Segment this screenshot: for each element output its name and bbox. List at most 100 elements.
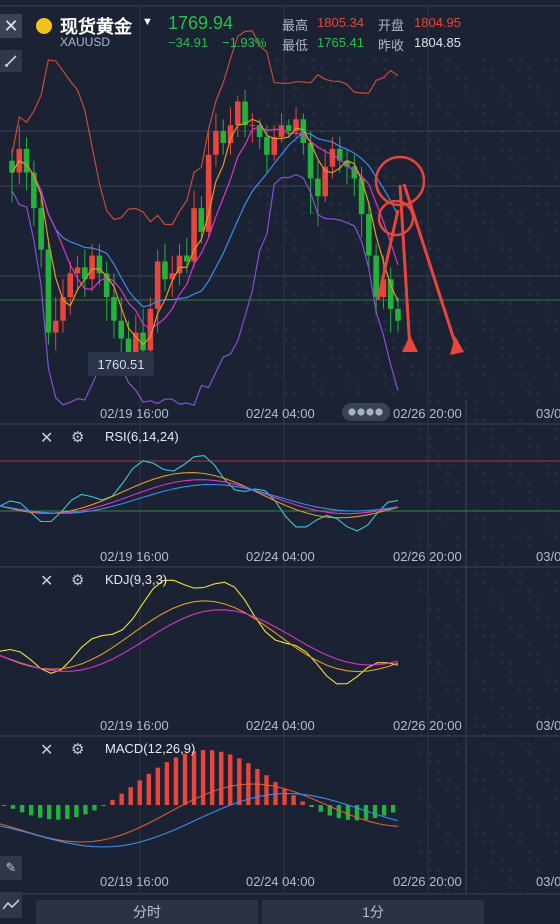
indicator-icon	[3, 899, 19, 910]
macd-bar	[173, 757, 179, 805]
time-tick-label: 02/19 16:00	[100, 718, 169, 733]
macd-bar	[47, 805, 52, 820]
macd-bar	[381, 805, 387, 816]
macd-bar	[155, 767, 161, 805]
macd-bar	[264, 775, 269, 805]
candle-body	[366, 214, 372, 256]
scroll-dot	[348, 408, 356, 416]
candle-body	[89, 255, 95, 280]
indicator-button[interactable]	[0, 892, 22, 918]
macd-bar	[28, 805, 34, 816]
macd-panel	[0, 750, 399, 848]
kdj-settings-icon[interactable]: ⚙	[71, 571, 84, 589]
macd-bar	[83, 805, 88, 815]
candle-body	[358, 178, 365, 215]
macd-bar	[128, 787, 133, 805]
rsi-line	[0, 483, 399, 514]
macd-close-icon[interactable]: ✕	[40, 740, 53, 760]
candle-body	[162, 261, 168, 280]
macd-bar	[164, 762, 170, 805]
macd-bar	[200, 750, 206, 805]
time-tick-label: 02/24 04:00	[246, 406, 315, 421]
candle-body	[183, 255, 190, 262]
candle-body	[118, 320, 125, 339]
candle-body	[52, 320, 59, 333]
draw-tool-button[interactable]	[0, 50, 22, 72]
macd-bar	[237, 758, 242, 805]
annotation-arrowhead	[402, 335, 418, 352]
time-tick-label: 02/26 20:00	[393, 549, 462, 564]
annotation-arrow	[398, 184, 412, 351]
macd-bar	[119, 793, 124, 805]
time-axis-layer: 02/19 16:00 02/24 04:00 02/26 20:00 03/0 02/…	[100, 403, 560, 889]
macd-bar	[92, 805, 97, 811]
candle-body	[285, 125, 292, 132]
candle-body	[373, 255, 379, 298]
macd-bar	[182, 753, 188, 805]
macd-label: MACD(12,26,9)	[105, 741, 196, 756]
macd-bar	[110, 799, 115, 805]
low-value: 1765.41	[317, 35, 364, 50]
rsi-settings-icon[interactable]: ⚙	[71, 428, 84, 446]
macd-line	[0, 792, 399, 848]
macd-bar	[336, 805, 342, 819]
rsi-label: RSI(6,14,24)	[105, 429, 179, 444]
tab-timeshare[interactable]: 分时	[36, 900, 258, 924]
macd-bar	[219, 751, 224, 805]
kdj-close-icon[interactable]: ✕	[40, 571, 53, 591]
open-label: 开盘	[378, 18, 405, 33]
time-tick-label: 03/0	[536, 718, 560, 733]
annotation-layer	[374, 155, 464, 355]
macd-bar	[390, 805, 396, 813]
time-tick-label: 02/19 16:00	[100, 406, 169, 421]
candle-body	[74, 267, 81, 274]
pencil-icon: ✎	[5, 860, 17, 875]
candle-body	[242, 101, 248, 126]
candle-body	[45, 249, 52, 333]
chevron-down-icon[interactable]: ▼	[142, 16, 153, 28]
macd-bar	[74, 805, 79, 818]
scroll-dot	[357, 408, 365, 416]
time-tick-label: 02/24 04:00	[246, 718, 315, 733]
macd-bar	[228, 754, 233, 805]
high-label: 最高	[282, 18, 309, 33]
candle-body	[198, 208, 205, 232]
close-button[interactable]: ✕	[0, 14, 22, 38]
candle-body	[293, 119, 299, 132]
time-tick-label: 03/0	[536, 406, 560, 421]
candle-body	[213, 131, 219, 155]
candle-body	[31, 172, 37, 209]
time-tick-label: 02/26 20:00	[393, 406, 462, 421]
macd-settings-icon[interactable]: ⚙	[71, 740, 84, 758]
macd-bar	[65, 805, 70, 819]
candle-body	[395, 308, 401, 321]
macd-bar	[19, 805, 25, 813]
macd-bar	[1, 805, 7, 806]
time-tick-label: 02/26 20:00	[393, 718, 462, 733]
prev-close-value: 1804.85	[414, 35, 461, 50]
time-tick-label: 02/26 20:00	[393, 874, 462, 889]
macd-bar	[345, 805, 351, 820]
macd-bar	[309, 805, 314, 808]
kdj-line	[0, 600, 399, 673]
kdj-panel	[0, 579, 399, 685]
tab-one-minute[interactable]: 1分	[262, 900, 484, 924]
scroll-dot	[375, 408, 383, 416]
candle-body	[264, 137, 270, 155]
close-icon: ✕	[3, 16, 19, 36]
macd-bar	[318, 805, 323, 812]
candle-body	[315, 178, 321, 197]
macd-bar	[300, 801, 305, 805]
pencil-button[interactable]: ✎	[0, 856, 22, 880]
chart-canvas: 02/19 16:00 02/24 04:00 02/26 20:00 03/0 02/…	[0, 5, 560, 895]
macd-bar	[137, 780, 142, 805]
last-price: 1769.94	[168, 13, 234, 33]
kdj-line	[0, 609, 399, 672]
candle-body	[249, 125, 256, 127]
open-value: 1804.95	[414, 15, 461, 30]
macd-bar	[372, 805, 378, 819]
time-tick-label: 02/24 04:00	[246, 549, 315, 564]
rsi-close-icon[interactable]: ✕	[40, 428, 53, 448]
prev-close-label: 昨收	[378, 38, 405, 53]
low-price-tag: 1760.51	[88, 352, 154, 376]
